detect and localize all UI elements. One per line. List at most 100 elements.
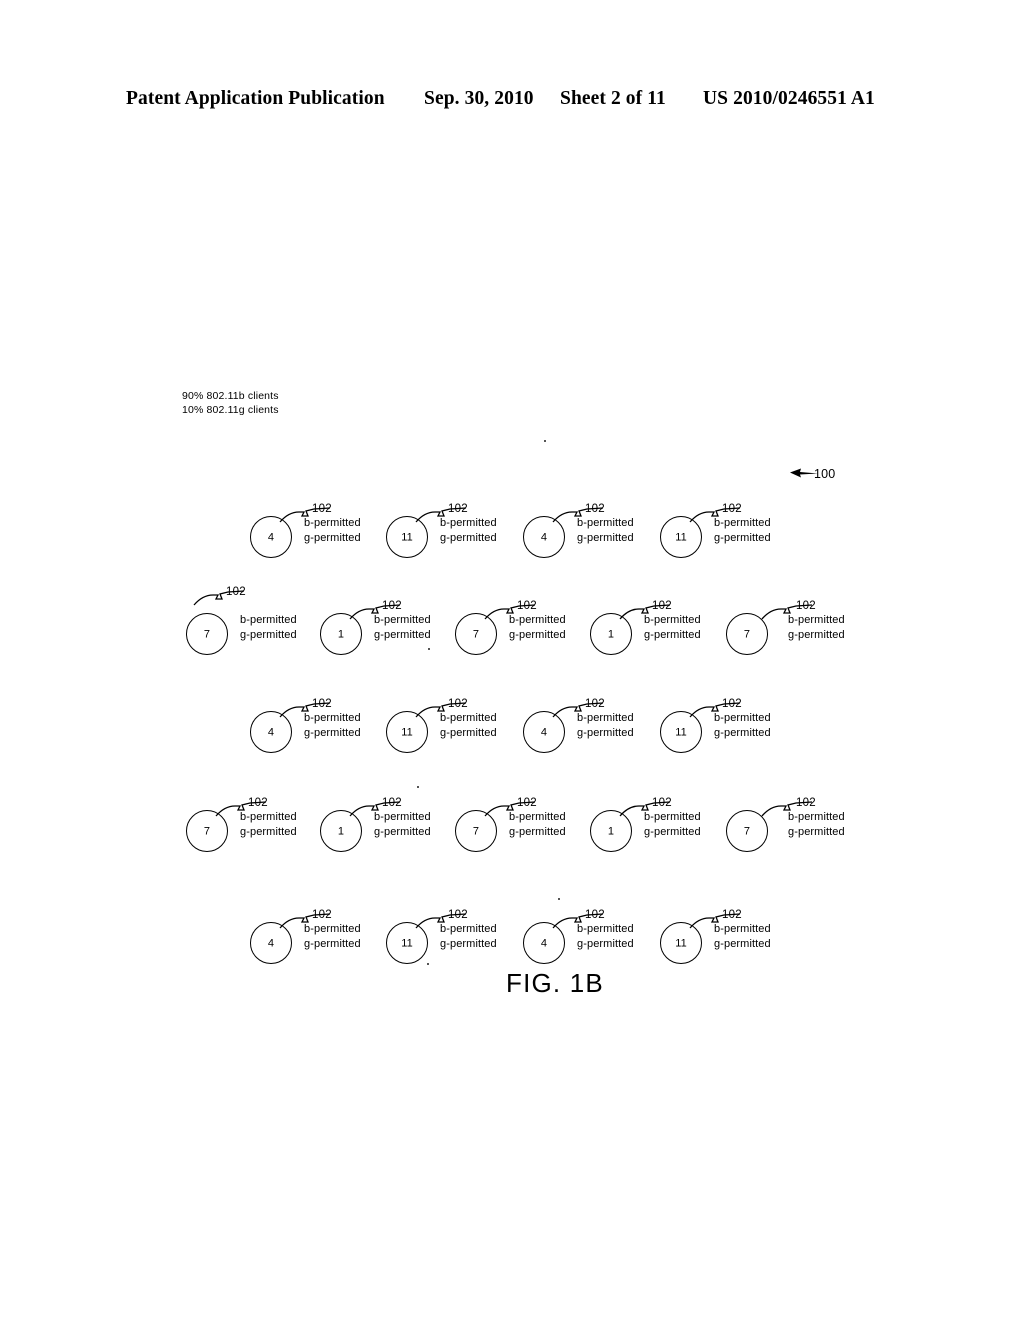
channel-number: 7 <box>203 825 211 837</box>
b-permitted-label: b-permitted <box>714 517 771 529</box>
g-permitted-label: g-permitted <box>788 629 845 641</box>
cell-reference-number: 102 <box>722 698 742 710</box>
cell-permissions: b-permitted g-permitted <box>714 922 771 952</box>
b-permitted-label: b-permitted <box>440 923 497 935</box>
g-permitted-label: g-permitted <box>304 532 361 544</box>
channel-number: 1 <box>337 825 345 837</box>
cell-reference-number: 102 <box>722 909 742 921</box>
cell-node: 7 102 b-permitted g-permitted <box>726 600 936 670</box>
cell-reference-number: 102 <box>585 503 605 515</box>
b-permitted-label: b-permitted <box>509 614 566 626</box>
cell-reference-number: 102 <box>382 797 402 809</box>
scan-speck <box>417 786 419 788</box>
cell-permissions: b-permitted g-permitted <box>304 516 361 546</box>
cell-permissions: b-permitted g-permitted <box>509 613 566 643</box>
b-permitted-label: b-permitted <box>644 811 701 823</box>
g-permitted-label: g-permitted <box>240 629 297 641</box>
cell-reference-number: 102 <box>312 909 332 921</box>
client-mix-annotation: 90% 802.11b clients 10% 802.11g clients <box>182 390 279 417</box>
scan-speck <box>558 898 560 900</box>
cell-reference-number: 102 <box>722 503 742 515</box>
cell-reference-number: 102 <box>448 909 468 921</box>
cell-circle: 7 <box>186 613 228 655</box>
channel-number: 11 <box>675 531 687 543</box>
g-permitted-label: g-permitted <box>577 727 634 739</box>
figure-caption: FIG. 1B <box>506 968 604 998</box>
b-permitted-label: b-permitted <box>440 712 497 724</box>
cell-reference-number: 102 <box>448 698 468 710</box>
b-permitted-label: b-permitted <box>577 517 634 529</box>
channel-number: 1 <box>607 628 615 640</box>
channel-number: 11 <box>675 726 687 738</box>
channel-number: 4 <box>540 937 548 949</box>
figure-1b: 90% 802.11b clients 10% 802.11g clients … <box>0 0 1024 1320</box>
channel-number: 7 <box>743 825 751 837</box>
b-permitted-label: b-permitted <box>577 923 634 935</box>
b-permitted-label: b-permitted <box>714 923 771 935</box>
channel-number: 1 <box>337 628 345 640</box>
cell-reference-number: 102 <box>448 503 468 515</box>
cell-permissions: b-permitted g-permitted <box>440 922 497 952</box>
b-permitted-label: b-permitted <box>304 712 361 724</box>
b-permitted-label: b-permitted <box>240 811 297 823</box>
cell-reference-number: 102 <box>517 797 537 809</box>
b-permitted-label: b-permitted <box>644 614 701 626</box>
channel-number: 4 <box>267 531 275 543</box>
cell-permissions: b-permitted g-permitted <box>509 810 566 840</box>
cell-permissions: b-permitted g-permitted <box>577 711 634 741</box>
cell-reference-number: 102 <box>796 797 816 809</box>
cell-permissions: b-permitted g-permitted <box>577 922 634 952</box>
b-permitted-label: b-permitted <box>788 811 845 823</box>
channel-number: 11 <box>401 726 413 738</box>
cell-reference-number: 102 <box>517 600 537 612</box>
g-permitted-label: g-permitted <box>509 629 566 641</box>
cell-reference-number: 102 <box>248 797 268 809</box>
cell-permissions: b-permitted g-permitted <box>240 613 297 643</box>
g-permitted-label: g-permitted <box>304 938 361 950</box>
cell-node: 11 102 b-permitted g-permitted <box>660 698 870 768</box>
cell-node: 11 102 b-permitted g-permitted <box>660 909 870 979</box>
cell-permissions: b-permitted g-permitted <box>440 711 497 741</box>
g-permitted-label: g-permitted <box>440 727 497 739</box>
cell-reference-number: 102 <box>312 503 332 515</box>
g-permitted-label: g-permitted <box>440 938 497 950</box>
cell-reference-number: 102 <box>796 600 816 612</box>
channel-number: 4 <box>267 726 275 738</box>
scan-speck <box>544 440 546 442</box>
client-mix-line-1: 90% 802.11b clients <box>182 390 279 402</box>
g-permitted-label: g-permitted <box>644 826 701 838</box>
channel-number: 11 <box>401 531 413 543</box>
cell-permissions: b-permitted g-permitted <box>788 810 845 840</box>
g-permitted-label: g-permitted <box>714 727 771 739</box>
channel-number: 7 <box>472 628 480 640</box>
cell-reference-number: 102 <box>652 797 672 809</box>
channel-number: 1 <box>607 825 615 837</box>
cell-reference-number: 102 <box>312 698 332 710</box>
cell-reference-number: 102 <box>585 698 605 710</box>
g-permitted-label: g-permitted <box>509 826 566 838</box>
g-permitted-label: g-permitted <box>374 629 431 641</box>
b-permitted-label: b-permitted <box>304 517 361 529</box>
cell-reference-number: 102 <box>382 600 402 612</box>
g-permitted-label: g-permitted <box>240 826 297 838</box>
b-permitted-label: b-permitted <box>440 517 497 529</box>
channel-number: 4 <box>540 531 548 543</box>
g-permitted-label: g-permitted <box>304 727 361 739</box>
cell-node: 7 102 b-permitted g-permitted <box>726 797 936 867</box>
cell-permissions: b-permitted g-permitted <box>240 810 297 840</box>
g-permitted-label: g-permitted <box>440 532 497 544</box>
cell-permissions: b-permitted g-permitted <box>577 516 634 546</box>
channel-number: 11 <box>401 937 413 949</box>
client-mix-line-2: 10% 802.11g clients <box>182 403 279 416</box>
cell-permissions: b-permitted g-permitted <box>440 516 497 546</box>
channel-number: 4 <box>267 937 275 949</box>
b-permitted-label: b-permitted <box>374 614 431 626</box>
b-permitted-label: b-permitted <box>374 811 431 823</box>
cell-permissions: b-permitted g-permitted <box>304 711 361 741</box>
b-permitted-label: b-permitted <box>577 712 634 724</box>
b-permitted-label: b-permitted <box>240 614 297 626</box>
scan-speck <box>428 648 430 650</box>
cell-reference-number: 102 <box>652 600 672 612</box>
g-permitted-label: g-permitted <box>577 532 634 544</box>
cell-node: 11 102 b-permitted g-permitted <box>660 503 870 573</box>
